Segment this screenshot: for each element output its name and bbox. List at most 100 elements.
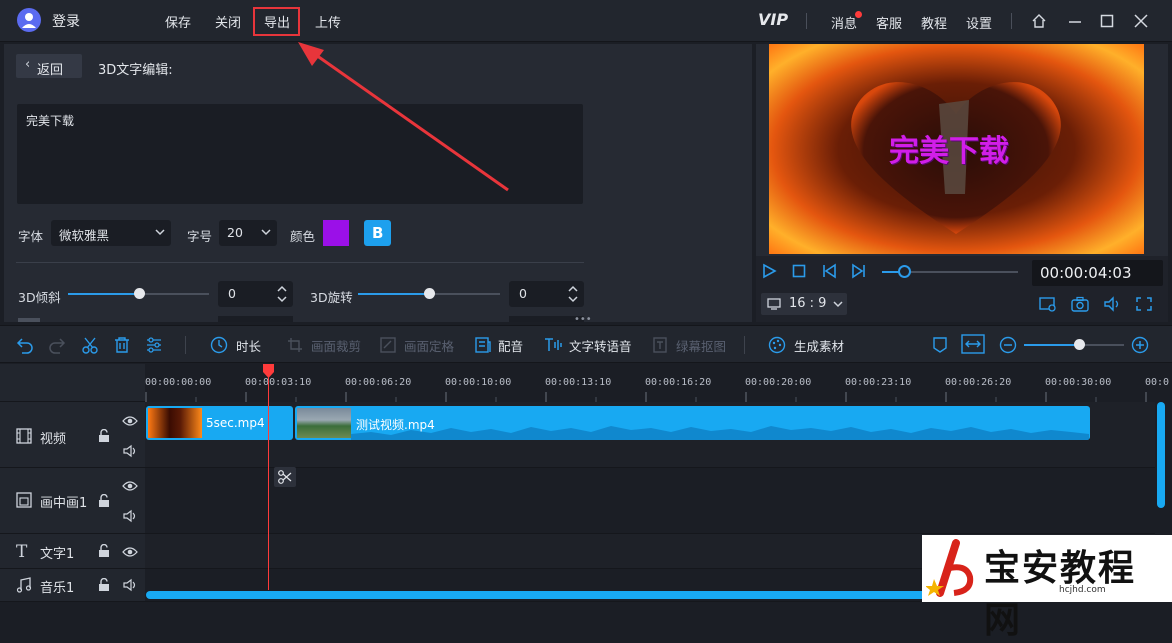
speaker-icon[interactable] <box>122 444 138 458</box>
unlock-icon[interactable] <box>98 429 110 443</box>
film-icon <box>16 428 32 444</box>
volume-icon[interactable] <box>1103 296 1121 312</box>
divider <box>744 336 745 354</box>
undo-icon[interactable] <box>16 336 34 354</box>
freeze-frame-button[interactable]: 画面定格 <box>404 336 454 355</box>
marker-icon[interactable] <box>932 336 948 354</box>
font-select[interactable]: 微软雅黑 <box>51 220 171 246</box>
stepper-arrows-icon[interactable] <box>277 285 287 303</box>
play-icon[interactable] <box>761 263 777 279</box>
cut-icon[interactable] <box>81 336 99 354</box>
aspect-ratio-select[interactable]: 16 : 9 <box>761 293 847 315</box>
tilt-stepper[interactable]: 0 <box>218 281 293 307</box>
generate-material-button[interactable]: 生成素材 <box>794 336 844 355</box>
split-scissors-button[interactable] <box>274 467 296 487</box>
text-to-speech-button[interactable]: 文字转语音 <box>569 336 632 355</box>
vertical-scrollbar[interactable] <box>1157 402 1165 508</box>
rotate-stepper[interactable]: 0 <box>509 281 584 307</box>
watermark-url: hcjhd.com <box>1059 585 1106 595</box>
zoom-slider-knob[interactable] <box>1074 339 1085 350</box>
video-preview: 完美下载 <box>769 44 1144 254</box>
font-label: 字体 <box>18 229 44 244</box>
close-icon[interactable] <box>1132 12 1150 30</box>
bold-button[interactable]: B <box>364 220 391 246</box>
annotation-arrow <box>298 42 509 192</box>
unlock-icon[interactable] <box>98 494 110 508</box>
back-button[interactable]: ‹ 返回 <box>16 54 82 78</box>
timeline-ruler[interactable]: 00:00:00:00 00:00:03:10 00:00:06:20 00:0… <box>145 364 1172 402</box>
eye-icon[interactable] <box>122 546 138 558</box>
pip-track-lane[interactable] <box>145 468 1155 534</box>
clipped-stepper <box>218 316 293 322</box>
rotate-slider-knob[interactable] <box>424 288 435 299</box>
back-label: 返回 <box>37 63 64 78</box>
speaker-icon[interactable] <box>122 578 138 592</box>
next-frame-icon[interactable] <box>851 263 867 279</box>
size-select-value: 20 <box>227 225 243 240</box>
editor-title: 3D文字编辑: <box>98 63 173 78</box>
duration-button[interactable]: 时长 <box>236 336 261 355</box>
login-link[interactable]: 登录 <box>52 11 80 31</box>
track-head-music: 音乐1 <box>0 569 145 602</box>
ruler-tick-label: 00:00:26:20 <box>945 377 1012 388</box>
minimize-icon[interactable] <box>1066 12 1084 30</box>
crop-button[interactable]: 画面裁剪 <box>311 336 361 355</box>
color-swatch[interactable] <box>323 220 349 246</box>
upload-menu-item[interactable]: 上传 <box>315 12 341 31</box>
divider <box>185 336 186 354</box>
rotate-value: 0 <box>519 286 527 301</box>
playhead-line <box>268 364 269 590</box>
text-to-speech-icon <box>543 336 563 354</box>
preview-overlay-text: 完美下载 <box>889 134 1009 169</box>
video-clip[interactable]: 5sec.mp4 <box>146 406 293 440</box>
stop-icon[interactable] <box>791 263 807 279</box>
eye-icon[interactable] <box>122 480 138 492</box>
music-note-icon <box>16 577 32 593</box>
tilt-slider-knob[interactable] <box>134 288 145 299</box>
rotate-slider-fill <box>358 293 429 295</box>
picture-in-picture-icon <box>16 492 32 508</box>
redo-icon[interactable] <box>48 336 66 354</box>
vip-badge[interactable]: VIP <box>758 10 788 29</box>
camera-icon[interactable] <box>1071 296 1089 312</box>
zoom-in-icon[interactable] <box>1131 336 1149 354</box>
speaker-icon[interactable] <box>122 509 138 523</box>
green-screen-matting-button[interactable]: 绿幕抠图 <box>676 336 726 355</box>
ruler-tick-label: 00:00:30:00 <box>1045 377 1112 388</box>
playhead-handle[interactable] <box>263 364 274 378</box>
fullscreen-icon[interactable] <box>1135 296 1153 312</box>
zoom-out-icon[interactable] <box>999 336 1017 354</box>
previous-frame-icon[interactable] <box>821 263 837 279</box>
font-select-value: 微软雅黑 <box>59 228 110 243</box>
unlock-icon[interactable] <box>98 544 110 558</box>
size-select[interactable]: 20 <box>219 220 277 246</box>
settings-menu-item[interactable]: 设置 <box>966 13 992 32</box>
playback-progress-knob[interactable] <box>898 265 911 278</box>
delete-icon[interactable] <box>113 336 131 354</box>
unlock-icon[interactable] <box>98 578 110 592</box>
size-label: 字号 <box>187 229 213 244</box>
messages-menu-item[interactable]: 消息 <box>831 13 857 32</box>
eye-icon[interactable] <box>122 415 138 427</box>
tutorial-menu-item[interactable]: 教程 <box>921 13 947 32</box>
video-clip[interactable]: 测试视频.mp4 <box>295 406 1090 440</box>
divider <box>806 13 807 29</box>
maximize-icon[interactable] <box>1098 12 1116 30</box>
tilt-value: 0 <box>228 286 236 301</box>
ruler-ticks <box>145 392 1147 402</box>
fit-timeline-icon[interactable] <box>961 334 985 354</box>
dub-button[interactable]: 配音 <box>498 336 523 355</box>
home-icon[interactable] <box>1030 12 1048 30</box>
support-menu-item[interactable]: 客服 <box>876 13 902 32</box>
save-menu-item[interactable]: 保存 <box>165 12 191 31</box>
export-menu-item[interactable]: 导出 <box>264 12 290 31</box>
track-head-text: T 文字1 <box>0 534 145 569</box>
avatar-icon[interactable] <box>17 8 41 32</box>
rotate-label: 3D旋转 <box>310 290 353 305</box>
snapshot-settings-icon[interactable] <box>1039 296 1057 312</box>
close-menu-item[interactable]: 关闭 <box>215 12 241 31</box>
horizontal-scrollbar[interactable] <box>146 591 926 599</box>
aspect-ratio-value: 16 : 9 <box>789 296 827 311</box>
adjust-icon[interactable] <box>145 336 163 354</box>
stepper-arrows-icon[interactable] <box>568 285 578 303</box>
